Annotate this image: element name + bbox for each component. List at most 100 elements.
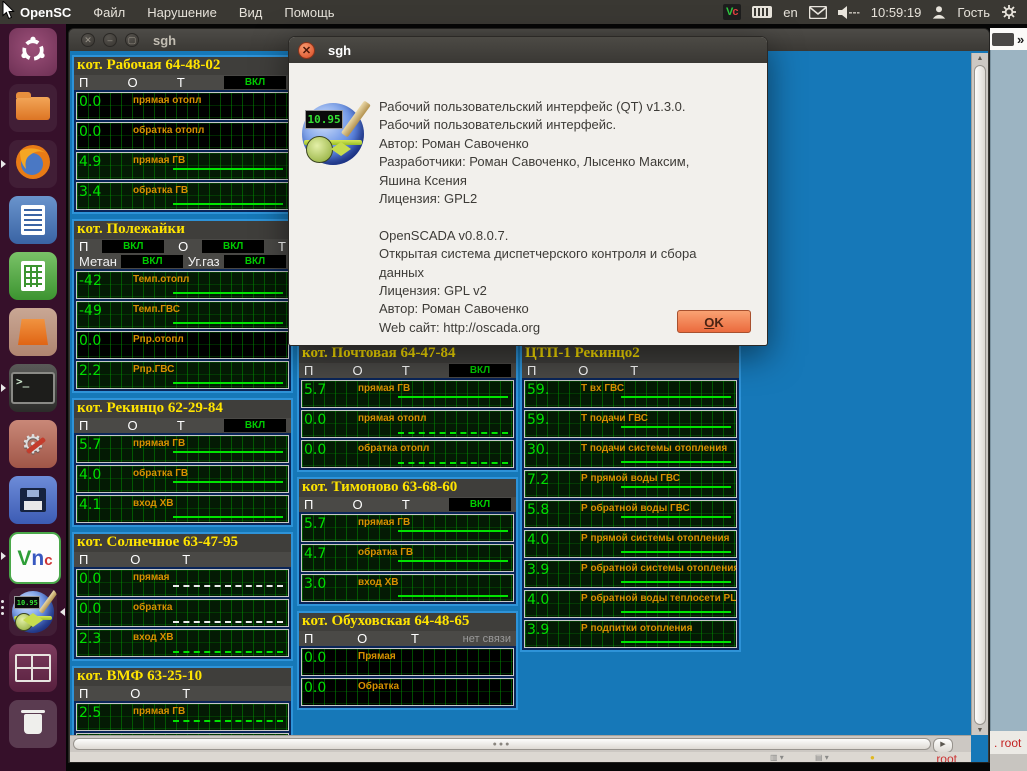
- panel-header: ПОТ: [74, 552, 291, 567]
- trend-row[interactable]: 0.0Обратка: [301, 678, 514, 706]
- trend-label: Рпр.ГВС: [133, 364, 174, 375]
- volume-icon[interactable]: [838, 6, 860, 19]
- vertical-scrollbar[interactable]: ▲ ▼: [971, 53, 988, 735]
- launcher-item-workspace-switcher[interactable]: [0, 640, 66, 696]
- trend-row[interactable]: 7.2Р прямой воды ГВС: [524, 470, 737, 498]
- launcher-item-system-settings[interactable]: ⚙: [0, 416, 66, 472]
- status-badge: ВКЛ: [202, 240, 264, 253]
- launcher-item-terminal[interactable]: >_: [0, 360, 66, 416]
- launcher-item-firefox[interactable]: [0, 136, 66, 192]
- launcher-item-libreoffice-writer[interactable]: [0, 192, 66, 248]
- menu-help[interactable]: Помощь: [284, 5, 334, 20]
- ok-button[interactable]: OK: [677, 310, 751, 333]
- trend-row[interactable]: 5.8Р обратной воды ГВС: [524, 500, 737, 528]
- minimize-icon[interactable]: –: [103, 33, 117, 47]
- boiler-panel: ЦТП-1 Рекинцо2ПОТ59.Т вх ГВС59.Т подачи …: [520, 343, 741, 652]
- session-gear-icon[interactable]: [1001, 4, 1017, 20]
- toolbar-button-fragment[interactable]: [992, 33, 1014, 46]
- menu-violation[interactable]: Нарушение: [147, 5, 217, 20]
- trend-value: 3.9: [527, 622, 549, 638]
- dialog-text-line: Рабочий пользовательский интерфейс.: [379, 116, 696, 134]
- trend-row[interactable]: 4.7обратка ГВ: [301, 544, 514, 572]
- trend-line-icon: [173, 292, 283, 294]
- trend-row[interactable]: 4.0Р прямой системы отопления: [524, 530, 737, 558]
- app-title: OpenSC: [20, 5, 71, 20]
- trend-row[interactable]: 59.Т вх ГВС: [524, 380, 737, 408]
- scroll-up-icon[interactable]: ▲: [972, 55, 988, 62]
- trend-row[interactable]: 0.0Прямая: [301, 648, 514, 676]
- scroll-down-icon[interactable]: ▼: [972, 727, 988, 734]
- toolbar-overflow-icon[interactable]: »: [1017, 32, 1024, 47]
- scroll-right-icon[interactable]: ▶: [933, 738, 953, 753]
- launcher-item-openscada-vision[interactable]: 10.95: [0, 584, 66, 640]
- close-icon[interactable]: ✕: [81, 33, 95, 47]
- launcher-item-trash[interactable]: [0, 696, 66, 752]
- trend-row[interactable]: 2.2Рпр.ГВС: [76, 361, 289, 389]
- trend-row[interactable]: 3.4обратка ГВ: [76, 182, 289, 210]
- menu-file[interactable]: Файл: [93, 5, 125, 20]
- trend-label: Р обратной воды теплосети PLC4: [581, 593, 737, 604]
- trend-row[interactable]: 3.0вход ХВ: [301, 574, 514, 602]
- trend-label: Т вх ГВС: [581, 383, 624, 394]
- trend-row[interactable]: 4.9 прямая ГВ: [76, 152, 289, 180]
- user-icon: [932, 5, 946, 19]
- vertical-scroll-thumb[interactable]: [974, 65, 986, 725]
- trend-row[interactable]: 4.0обратка ГВ: [76, 465, 289, 493]
- trend-value: 59.: [527, 412, 549, 428]
- trend-row[interactable]: 5.7прямая ГВ: [301, 380, 514, 408]
- panel-header: МетанВКЛУг.газВКЛ: [74, 254, 291, 269]
- trend-row[interactable]: 0.0обратка отопл: [301, 440, 514, 468]
- launcher-item-libreoffice-calc[interactable]: [0, 248, 66, 304]
- trend-row[interactable]: 0.0Рпр.отопл: [76, 331, 289, 359]
- trend-row[interactable]: 5.7прямая ГВ: [301, 514, 514, 542]
- panel-title: кот. ВМФ 63-25-10: [74, 668, 291, 686]
- trend-value: 4.9: [79, 154, 101, 170]
- trend-line-icon: [621, 516, 731, 518]
- trend-label: прямая ГВ: [358, 383, 410, 394]
- trend-row[interactable]: 0.0прямая: [76, 569, 289, 597]
- trend-row[interactable]: 2.3вход ХВ: [76, 629, 289, 657]
- trend-row[interactable]: -42Темп.отопл: [76, 271, 289, 299]
- clock-label[interactable]: 10:59:19: [871, 5, 922, 20]
- maximize-icon[interactable]: ▢: [125, 33, 139, 47]
- trend-label: обратка: [133, 602, 172, 613]
- trend-row[interactable]: 5.7прямая ГВ: [76, 435, 289, 463]
- keyboard-layout-label[interactable]: en: [783, 5, 797, 20]
- trend-row[interactable]: 0.0прямая отопл: [301, 410, 514, 438]
- trend-row[interactable]: 0.0обратка: [76, 599, 289, 627]
- trend-row[interactable]: 0.0обратка отопл: [76, 122, 289, 150]
- dialog-titlebar[interactable]: ✕ sgh: [289, 37, 767, 63]
- system-tray: Vc en 10:59:19 Гость: [723, 4, 1027, 20]
- keyboard-layout-icon[interactable]: [752, 6, 772, 18]
- trend-label: прямая ГВ: [358, 517, 410, 528]
- vnc-viewer-icon: Vnc: [17, 548, 52, 569]
- session-user-label[interactable]: Гость: [957, 5, 990, 20]
- background-window-footer: [990, 754, 1027, 771]
- launcher-item-vnc-viewer[interactable]: Vnc: [0, 528, 66, 584]
- trend-label: прямая ГВ: [133, 155, 185, 166]
- trend-label: прямая отопл: [133, 95, 201, 106]
- trend-row[interactable]: 2.5прямая ГВ: [76, 703, 289, 731]
- trend-line-icon: [173, 203, 283, 205]
- mail-icon[interactable]: [809, 6, 827, 19]
- horizontal-scrollbar[interactable]: ●●● ▶: [70, 735, 971, 752]
- launcher-item-ubuntu-dash[interactable]: [0, 24, 66, 80]
- trend-row[interactable]: 4.0Р обратной воды теплосети PLC4: [524, 590, 737, 618]
- launcher-item-openscada-config[interactable]: [0, 472, 66, 528]
- launcher-item-files[interactable]: [0, 80, 66, 136]
- trend-row[interactable]: 4.1вход ХВ: [76, 495, 289, 523]
- trend-line-icon: [173, 585, 283, 587]
- horizontal-scroll-thumb[interactable]: ●●●: [73, 738, 931, 750]
- trend-line-icon: [173, 382, 283, 384]
- trend-row[interactable]: 59.Т подачи ГВС: [524, 410, 737, 438]
- trend-row[interactable]: 3.9Р подпитки отопления: [524, 620, 737, 648]
- trend-row[interactable]: -49Темп.ГВС: [76, 301, 289, 329]
- close-icon[interactable]: ✕: [298, 42, 315, 59]
- launcher-item-software-center[interactable]: [0, 304, 66, 360]
- boiler-panel: кот. Солнечное 63-47-95ПОТ0.0прямая0.0об…: [72, 532, 293, 661]
- trend-row[interactable]: 30.Т подачи системы отопления: [524, 440, 737, 468]
- vnc-tray-icon[interactable]: Vc: [723, 4, 741, 20]
- trend-row[interactable]: 3.9Р обратной системы отопления: [524, 560, 737, 588]
- trend-row[interactable]: 0.0прямая отопл: [76, 92, 289, 120]
- menu-view[interactable]: Вид: [239, 5, 263, 20]
